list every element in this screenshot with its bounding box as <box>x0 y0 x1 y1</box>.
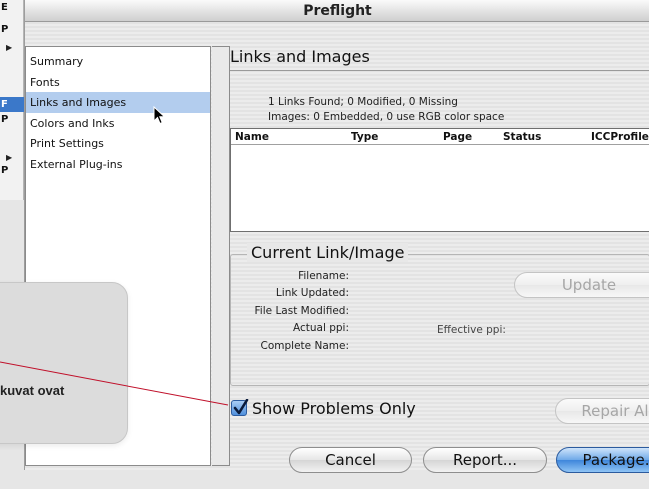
checkmark-icon <box>233 399 249 415</box>
section-item-fonts[interactable]: Fonts <box>26 72 210 93</box>
background-menu: E P ▶ F P ▶ P <box>0 0 24 200</box>
section-item-colors-and-inks[interactable]: Colors and Inks <box>26 113 210 134</box>
submenu-arrow-icon: ▶ <box>6 43 13 52</box>
show-problems-label[interactable]: Show Problems Only <box>252 399 416 418</box>
section-item-print-settings[interactable]: Print Settings <box>26 133 210 154</box>
menu-row-text: F <box>1 99 8 110</box>
actual-ppi-label: Actual ppi: <box>292 322 349 334</box>
section-list-scrollbar[interactable] <box>212 46 230 466</box>
menu-row[interactable]: P <box>0 22 24 37</box>
mouse-pointer-icon <box>153 106 166 125</box>
links-table[interactable]: Name Type Page Status ICCProfile <box>230 128 649 232</box>
link-updated-label: Link Updated: <box>275 287 349 299</box>
complete-name-label: Complete Name: <box>260 340 349 352</box>
file-last-modified-label: File Last Modified: <box>254 305 349 317</box>
filename-label: Filename: <box>298 270 349 282</box>
menu-row-text: P <box>1 114 9 125</box>
column-header-status[interactable]: Status <box>503 129 541 145</box>
callout-text: kuvat ovat <box>0 383 65 398</box>
section-item-summary[interactable]: Summary <box>26 51 210 72</box>
section-item-links-and-images[interactable]: Links and Images <box>26 92 210 113</box>
menu-row-text: P <box>1 24 9 35</box>
cancel-button[interactable]: Cancel <box>289 447 412 473</box>
column-header-name[interactable]: Name <box>235 129 269 145</box>
menu-row[interactable]: P <box>0 163 24 178</box>
menu-row[interactable]: E <box>0 0 24 15</box>
menu-row[interactable]: P <box>0 112 24 127</box>
show-problems-checkbox[interactable] <box>231 399 249 416</box>
menu-row-text: P <box>1 165 9 176</box>
section-item-external-plugins[interactable]: External Plug-ins <box>26 154 210 175</box>
column-header-page[interactable]: Page <box>443 129 472 145</box>
column-header-type[interactable]: Type <box>351 129 378 145</box>
repair-all-button[interactable]: Repair Al <box>555 398 649 424</box>
menu-row[interactable]: ▶ <box>0 40 24 55</box>
images-summary: Images: 0 Embedded, 0 use RGB color spac… <box>268 111 505 123</box>
current-link-title: Current Link/Image <box>247 243 409 262</box>
window-title: Preflight <box>25 0 649 22</box>
package-button[interactable]: Package. <box>556 447 649 473</box>
menu-row-selected[interactable]: F <box>0 97 24 112</box>
panel-title: Links and Images <box>230 47 370 66</box>
column-header-iccprofile[interactable]: ICCProfile <box>591 129 649 145</box>
table-header: Name Type Page Status ICCProfile <box>231 129 649 145</box>
panel-divider <box>230 70 649 71</box>
menu-row-text: E <box>1 2 8 13</box>
effective-ppi-label: Effective ppi: <box>437 324 506 336</box>
links-summary: 1 Links Found; 0 Modified, 0 Missing <box>268 96 458 108</box>
update-button[interactable]: Update <box>514 272 649 298</box>
callout-box <box>0 282 128 444</box>
report-button[interactable]: Report... <box>423 447 547 473</box>
